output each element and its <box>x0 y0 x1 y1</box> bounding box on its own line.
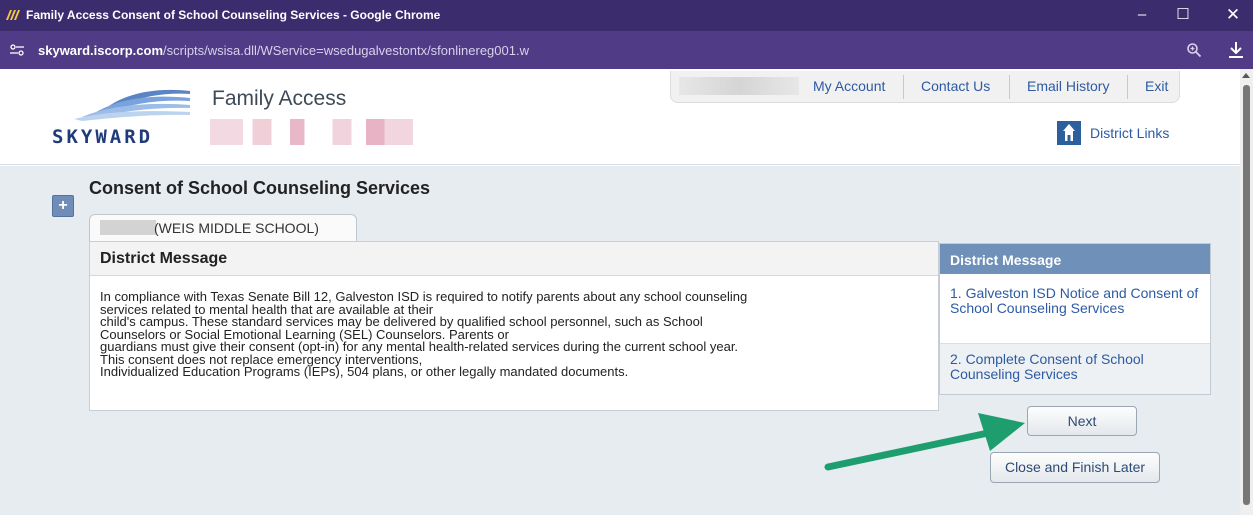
redacted-box <box>679 77 799 95</box>
nav-divider <box>1127 75 1128 99</box>
download-icon[interactable] <box>1227 40 1245 60</box>
steps-sidebar-heading: District Message <box>950 252 1062 268</box>
contact-us-link[interactable]: Contact Us <box>921 78 990 94</box>
maximize-icon[interactable]: ☐ <box>1163 3 1203 27</box>
close-icon[interactable]: ✕ <box>1213 3 1253 27</box>
main-content: + Consent of School Counseling Services … <box>0 166 1240 515</box>
nav-divider <box>1009 75 1010 99</box>
message-line: Individualized Education Programs (IEPs)… <box>100 364 629 379</box>
school-name: (WEIS MIDDLE SCHOOL) <box>154 220 319 236</box>
email-history-link[interactable]: Email History <box>1027 78 1109 94</box>
expand-button[interactable]: + <box>52 195 74 217</box>
top-navigation: My Account Contact Us Email History Exit <box>670 71 1180 103</box>
district-links-label[interactable]: District Links <box>1090 125 1169 141</box>
user-name-redacted <box>210 119 446 145</box>
window-titlebar: Family Access Consent of School Counseli… <box>0 0 1253 31</box>
page-title: Consent of School Counseling Services <box>89 178 431 198</box>
family-access-title: Family Access <box>212 87 347 110</box>
student-name-redacted <box>100 220 156 235</box>
site-settings-icon[interactable] <box>10 44 24 56</box>
step-item-complete-consent[interactable]: 2. Complete Consent of School Counseling… <box>940 344 1210 394</box>
scroll-up-icon[interactable] <box>1242 73 1250 78</box>
district-message-heading: District Message <box>100 250 228 267</box>
skyward-logo: SKYWARD <box>52 89 190 148</box>
url-host: skyward.iscorp.com <box>38 43 163 58</box>
address-bar[interactable]: skyward.iscorp.com/scripts/wsisa.dll/WSe… <box>0 31 1253 69</box>
minimize-icon[interactable]: – <box>1122 3 1162 27</box>
chrome-app-icon <box>6 10 20 20</box>
exit-link[interactable]: Exit <box>1145 78 1168 94</box>
steps-sidebar-header: District Message <box>940 244 1210 274</box>
green-arrow-annotation <box>824 413 1025 471</box>
district-message-header: District Message <box>90 242 938 276</box>
site-header: SKYWARD Family Access My Account Contact… <box>0 69 1240 165</box>
zoom-icon[interactable] <box>1186 42 1202 58</box>
vertical-scrollbar[interactable] <box>1240 69 1253 515</box>
url-path: /scripts/wsisa.dll/WService=wsedugalvest… <box>163 43 529 58</box>
district-building-icon <box>1057 121 1081 145</box>
district-message-panel: District Message In compliance with Texa… <box>89 241 939 411</box>
nav-divider <box>903 75 904 99</box>
scrollbar-thumb[interactable] <box>1243 85 1250 505</box>
page-viewport: SKYWARD Family Access My Account Contact… <box>0 69 1253 515</box>
window-title: Family Access Consent of School Counseli… <box>26 8 441 22</box>
my-account-link[interactable]: My Account <box>813 78 885 94</box>
url-text[interactable]: skyward.iscorp.com/scripts/wsisa.dll/WSe… <box>38 43 529 58</box>
step-item-notice[interactable]: 1. Galveston ISD Notice and Consent of S… <box>940 286 1210 344</box>
svg-text:SKYWARD: SKYWARD <box>52 126 153 148</box>
district-message-body: In compliance with Texas Senate Bill 12,… <box>100 290 930 379</box>
student-tab[interactable]: (WEIS MIDDLE SCHOOL) <box>89 214 357 241</box>
steps-sidebar: District Message 1. Galveston ISD Notice… <box>939 243 1211 395</box>
next-button[interactable]: Next <box>1027 406 1137 436</box>
